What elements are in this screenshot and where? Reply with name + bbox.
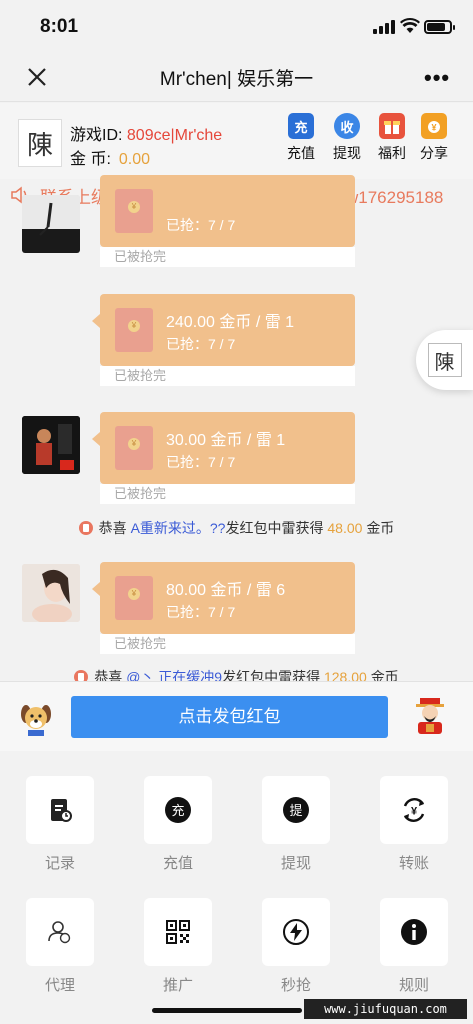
close-icon[interactable] <box>24 64 50 90</box>
transfer-icon: ¥ <box>380 776 448 844</box>
page-title: Mr'chen| 娱乐第一 <box>159 69 314 90</box>
recharge-icon: 充 <box>144 776 212 844</box>
recharge-button[interactable]: 充 充值 <box>280 113 322 163</box>
record-icon <box>26 776 94 844</box>
grid-item-agent[interactable]: 代理 <box>25 898 95 995</box>
packet-grabbed: 已抢：7 / 7 <box>166 217 236 233</box>
packet-amount: 30.00 金币 / 雷 1 <box>166 432 286 449</box>
grid-item-rules[interactable]: 规则 <box>379 898 449 995</box>
chat-area[interactable]: ¥ 已抢：7 / 7 已被抢完 ¥ 240.00 金币 / 雷 1 已抢：7 /… <box>0 175 473 685</box>
withdraw-button[interactable]: 收 提现 <box>326 113 368 163</box>
share-label: 分享 <box>420 145 448 161</box>
dog-mascot-icon[interactable] <box>18 700 54 736</box>
withdraw-icon: 收 <box>334 113 360 139</box>
gold-value: 0.00 <box>118 151 151 168</box>
game-id-value: 809ce|Mr'che <box>126 127 223 144</box>
recharge-label: 充值 <box>287 145 315 161</box>
lightning-icon <box>262 898 330 966</box>
red-packet[interactable]: ¥ 已抢：7 / 7 <box>100 175 355 247</box>
gold-row: 金 币: 0.00 <box>70 145 150 169</box>
withdraw-label: 提现 <box>333 145 361 161</box>
red-envelope-icon: ¥ <box>115 308 153 352</box>
floating-service-button[interactable]: 陳 <box>416 330 473 390</box>
seal-icon: 陳 <box>427 343 462 377</box>
packet-grabbed: 已抢：7 / 7 <box>166 336 236 352</box>
packet-amount: 80.00 金币 / 雷 6 <box>166 582 286 599</box>
send-bar: 点击发包红包 <box>0 681 473 751</box>
home-indicator[interactable] <box>152 1008 302 1013</box>
info-icon <box>380 898 448 966</box>
status-bar: 8:01 <box>0 0 473 50</box>
packet-grabbed: 已抢：7 / 7 <box>166 604 236 620</box>
signal-icon <box>373 20 395 34</box>
packet-status: 已被抢完 <box>100 484 355 504</box>
svg-text:提: 提 <box>289 803 302 819</box>
game-id-row: 游戏ID: 809ce|Mr'che <box>70 121 225 145</box>
grid-label: 代理 <box>44 977 75 994</box>
status-time: 8:01 <box>40 16 79 37</box>
grid-item-promote[interactable]: 推广 <box>143 898 213 995</box>
grid-label: 记录 <box>44 855 75 872</box>
grid-item-transfer[interactable]: ¥ 转账 <box>379 776 449 873</box>
send-red-packet-button[interactable]: 点击发包红包 <box>71 696 388 738</box>
share-icon: ¥ <box>421 113 447 139</box>
share-button[interactable]: ¥ 分享 <box>413 113 455 163</box>
packet-amount: 240.00 金币 / 雷 1 <box>166 314 295 331</box>
grid-item-recharge[interactable]: 充 充值 <box>143 776 213 873</box>
avatar[interactable] <box>22 416 80 474</box>
withdraw-icon: 提 <box>262 776 330 844</box>
grid-label: 推广 <box>162 977 193 994</box>
notice-badge-icon <box>78 521 93 535</box>
recharge-icon: 充 <box>288 113 314 139</box>
system-notice: 恭喜 A重新来过。??发红包中雷获得 48.00 金币 <box>0 518 473 538</box>
svg-text:¥: ¥ <box>411 806 418 818</box>
watermark: www.jiufuquan.com <box>304 999 467 1019</box>
gold-label: 金 币: <box>70 151 111 168</box>
gift-button[interactable]: 福利 <box>371 113 413 163</box>
red-envelope-icon: ¥ <box>115 426 153 470</box>
grid-item-quick-grab[interactable]: 秒抢 <box>261 898 331 995</box>
red-packet[interactable]: ¥ 30.00 金币 / 雷 1 已抢：7 / 7 <box>92 412 355 484</box>
red-packet[interactable]: ¥ 80.00 金币 / 雷 6 已抢：7 / 7 <box>92 562 355 634</box>
grid-label: 秒抢 <box>280 977 311 994</box>
packet-status: 已被抢完 <box>100 247 355 267</box>
red-envelope-icon: ¥ <box>115 576 153 620</box>
fortune-god-icon[interactable] <box>412 696 448 736</box>
qrcode-icon <box>144 898 212 966</box>
red-packet[interactable]: ¥ 240.00 金币 / 雷 1 已抢：7 / 7 <box>92 294 355 366</box>
grid-label: 提现 <box>280 855 311 872</box>
game-id-label: 游戏ID: <box>70 127 123 144</box>
avatar[interactable]: 陳 <box>18 119 62 167</box>
gift-label: 福利 <box>378 145 406 161</box>
packet-status: 已被抢完 <box>100 366 355 386</box>
grid-label: 规则 <box>398 977 429 994</box>
svg-text:充: 充 <box>171 803 184 819</box>
function-grid: 记录 充 充值 提 提现 ¥ 转账 代理 推广 秒抢 规则 <box>0 751 473 1024</box>
avatar[interactable] <box>22 195 80 253</box>
packet-status: 已被抢完 <box>100 634 355 654</box>
nav-bar: Mr'chen| 娱乐第一 ••• <box>0 50 473 102</box>
red-envelope-icon: ¥ <box>115 189 153 233</box>
avatar[interactable] <box>22 564 80 622</box>
agent-icon <box>26 898 94 966</box>
gift-icon <box>379 113 405 139</box>
account-header: 陳 游戏ID: 809ce|Mr'che 金 币: 0.00 充 充值 收 提现 … <box>0 103 473 179</box>
svg-text:¥: ¥ <box>431 123 436 133</box>
grid-item-withdraw[interactable]: 提 提现 <box>261 776 331 873</box>
wifi-icon <box>400 18 420 33</box>
packet-grabbed: 已抢：7 / 7 <box>166 454 236 470</box>
battery-icon <box>424 20 455 34</box>
more-icon[interactable]: ••• <box>424 65 450 91</box>
grid-label: 充值 <box>162 855 193 872</box>
grid-label: 转账 <box>398 855 429 872</box>
grid-item-record[interactable]: 记录 <box>25 776 95 873</box>
